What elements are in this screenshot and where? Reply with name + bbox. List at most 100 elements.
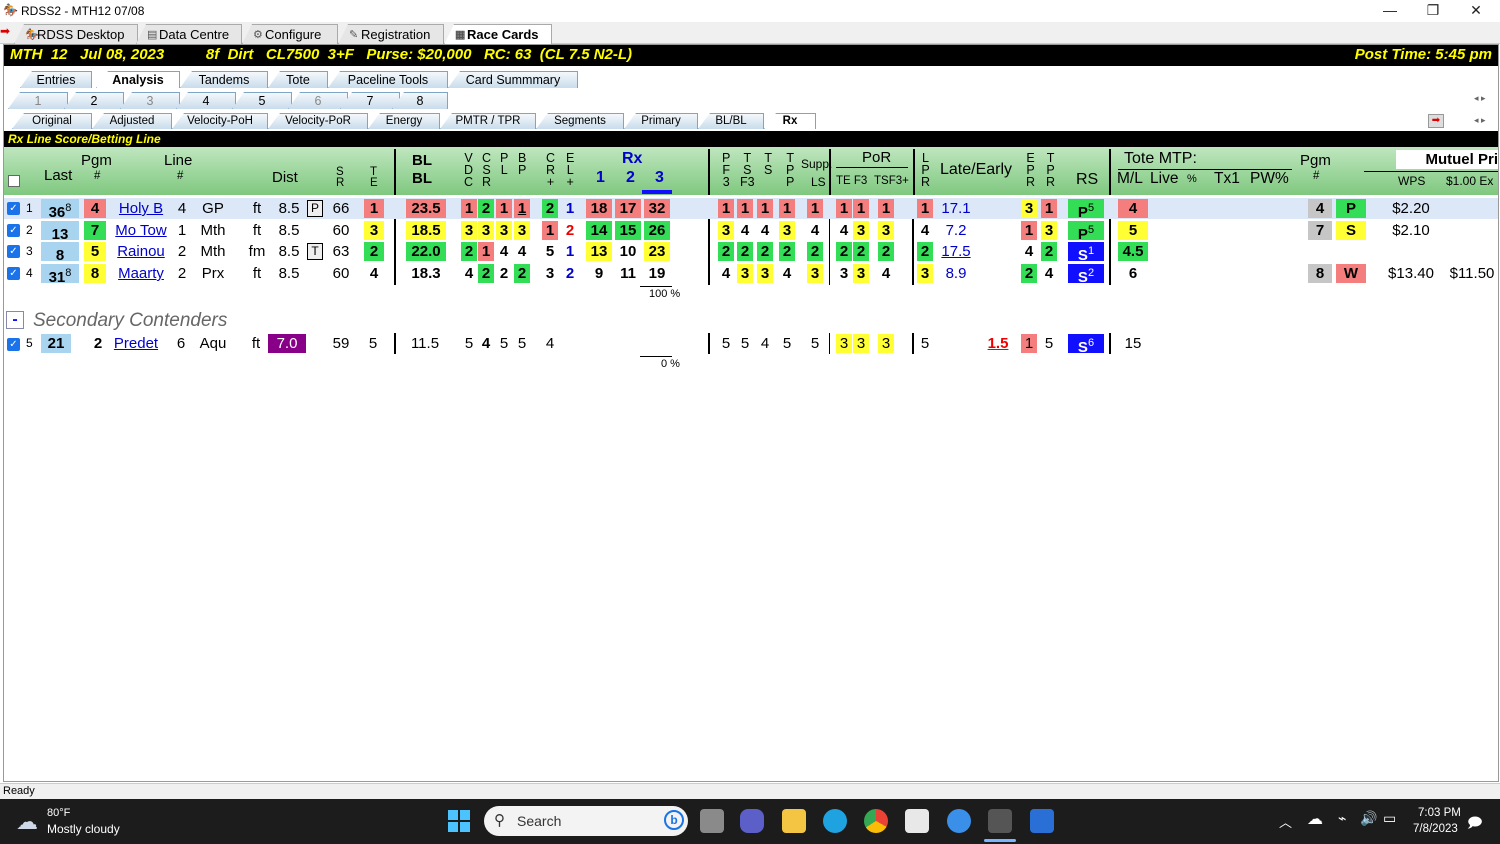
late-early-value[interactable]: 17.5: [938, 242, 974, 261]
tab-card-summary[interactable]: Card Summmary: [448, 71, 578, 88]
store-icon[interactable]: [905, 809, 929, 833]
horse-name-link[interactable]: Rainou: [110, 242, 172, 261]
weather-desc[interactable]: Mostly cloudy: [47, 822, 120, 836]
row-checkbox[interactable]: ✓: [7, 267, 20, 280]
cell-tpr: 1: [1041, 199, 1057, 218]
tab-race-3[interactable]: 3: [120, 92, 180, 109]
search-box[interactable]: ⚲ Search b: [484, 806, 688, 836]
late-early-link[interactable]: 1.5: [984, 334, 1012, 353]
row-checkbox[interactable]: ✓: [7, 338, 20, 351]
cloud-icon[interactable]: ☁: [16, 809, 38, 835]
hdr-tpr: TPR: [1046, 151, 1056, 189]
cell-supp: 2: [807, 242, 823, 261]
active-app-indicator: [984, 839, 1016, 842]
tab-race-cards[interactable]: ▦ Race Cards: [444, 24, 552, 45]
tab-race-5[interactable]: 5: [232, 92, 292, 109]
tab-energy[interactable]: Energy: [368, 113, 440, 129]
tab-adjusted[interactable]: Adjusted: [92, 113, 172, 129]
help-icon[interactable]: [947, 809, 971, 833]
cell-rx2: 10: [619, 243, 637, 260]
row-checkbox[interactable]: ✓: [7, 245, 20, 258]
hdr-por: PoR: [862, 149, 892, 166]
tab-tote[interactable]: Tote: [268, 71, 328, 88]
tab-race-2[interactable]: 2: [64, 92, 124, 109]
cell-tpr: 2: [1041, 242, 1057, 261]
battery-icon[interactable]: ▭: [1383, 810, 1396, 827]
tab-rdss-desktop[interactable]: 🏇 RDSS Desktop: [14, 24, 138, 44]
cell-last: 318: [41, 264, 79, 286]
rdss-app-icon[interactable]: [988, 809, 1012, 833]
cell-sr: 60: [332, 265, 350, 282]
export-icon[interactable]: ➡: [1428, 114, 1444, 128]
hdr-te-e: E: [370, 177, 378, 189]
select-all-checkbox[interactable]: [8, 175, 20, 187]
app-icon-blue[interactable]: [1030, 809, 1054, 833]
scroll-arrows-icon[interactable]: ◂ ▸: [1474, 93, 1486, 104]
edge-icon[interactable]: [823, 809, 847, 833]
volume-icon[interactable]: 🔊: [1360, 810, 1377, 827]
cell-tp: 4: [782, 265, 792, 282]
tab-race-1[interactable]: 1: [8, 92, 68, 109]
horse-name-link[interactable]: Mo Tow: [110, 221, 172, 240]
start-button[interactable]: [448, 810, 470, 832]
tab-race-6[interactable]: 6: [288, 92, 348, 109]
cell-ts: 4: [760, 222, 770, 239]
pct-secondary: 0 %: [661, 358, 680, 370]
rs-badge: S6: [1068, 334, 1104, 356]
minimize-button[interactable]: —: [1368, 0, 1412, 22]
tab-original[interactable]: Original: [12, 113, 92, 129]
close-button[interactable]: ✕: [1454, 0, 1498, 22]
onedrive-icon[interactable]: ☁: [1307, 809, 1323, 829]
tab-configure[interactable]: ⚙ Configure: [242, 24, 338, 44]
scroll-arrows-icon-2[interactable]: ◂ ▸: [1474, 115, 1486, 126]
chevron-up-icon[interactable]: ︿: [1279, 812, 1292, 831]
maximize-button[interactable]: ❐: [1411, 0, 1455, 22]
chrome-icon[interactable]: [864, 809, 888, 833]
tab-paceline-tools[interactable]: Paceline Tools: [328, 71, 448, 88]
row-checkbox[interactable]: ✓: [7, 224, 20, 237]
chat-icon[interactable]: [740, 809, 764, 833]
tab-analysis[interactable]: Analysis: [96, 71, 180, 88]
hdr-pgm2-hash: #: [1313, 170, 1320, 182]
cell-pl: 3: [496, 221, 512, 240]
cell-bl: 23.5: [406, 199, 446, 218]
task-view-icon[interactable]: [700, 809, 724, 833]
cell-pf: 4: [721, 265, 731, 282]
clock-date[interactable]: 7/8/2023: [1413, 823, 1458, 835]
tab-entries[interactable]: Entries: [20, 71, 92, 88]
horse-name-link[interactable]: Maarty: [110, 264, 172, 283]
network-icon[interactable]: ⌁: [1338, 810, 1346, 827]
tab-primary[interactable]: Primary: [624, 113, 698, 129]
tab-registration[interactable]: ✎ Registration: [338, 24, 444, 44]
tab-segments[interactable]: Segments: [536, 113, 624, 129]
cell-dist: 8.5: [278, 265, 300, 282]
clock-time[interactable]: 7:03 PM: [1418, 807, 1461, 819]
notification-icon[interactable]: 🗩: [1467, 812, 1483, 836]
divider: [708, 149, 710, 195]
cell-tt: 4: [740, 222, 750, 239]
tab-race-4[interactable]: 4: [176, 92, 236, 109]
cell-el: 2: [565, 222, 575, 239]
cell-surf: ft: [252, 265, 262, 282]
tab-data-centre[interactable]: ▤ Data Centre: [136, 24, 242, 44]
table-row-secondary[interactable]: ✓ 5 21 2 Predet 6 Aqu ft 7.0 59 5 11.5 5…: [0, 333, 1500, 356]
horse-name-link[interactable]: Predet: [110, 334, 162, 353]
cell-rx2: 17: [615, 199, 641, 218]
tab-pmtr-tpr[interactable]: PMTR / TPR: [440, 113, 536, 129]
cell-bl: 18.3: [411, 265, 441, 282]
hdr-late-early: Late/Early: [940, 161, 1013, 178]
row-checkbox[interactable]: ✓: [7, 202, 20, 215]
cell-cs: 1: [478, 242, 494, 261]
collapse-secondary-button[interactable]: -: [6, 311, 24, 329]
tab-race-7[interactable]: 7: [340, 92, 400, 109]
tab-velocity-poh[interactable]: Velocity-PoH: [172, 113, 268, 129]
horse-name-link[interactable]: Holy B: [110, 199, 172, 218]
tab-bl-bl[interactable]: BL/BL: [698, 113, 764, 129]
cell-last: 368: [41, 199, 79, 221]
tab-tandems[interactable]: Tandems: [180, 71, 268, 88]
tab-rx[interactable]: Rx: [764, 113, 816, 129]
file-explorer-icon[interactable]: [782, 809, 806, 833]
weather-temp[interactable]: 80°F: [47, 807, 70, 819]
tab-velocity-por[interactable]: Velocity-PoR: [268, 113, 368, 129]
tab-race-8[interactable]: 8: [392, 92, 448, 109]
